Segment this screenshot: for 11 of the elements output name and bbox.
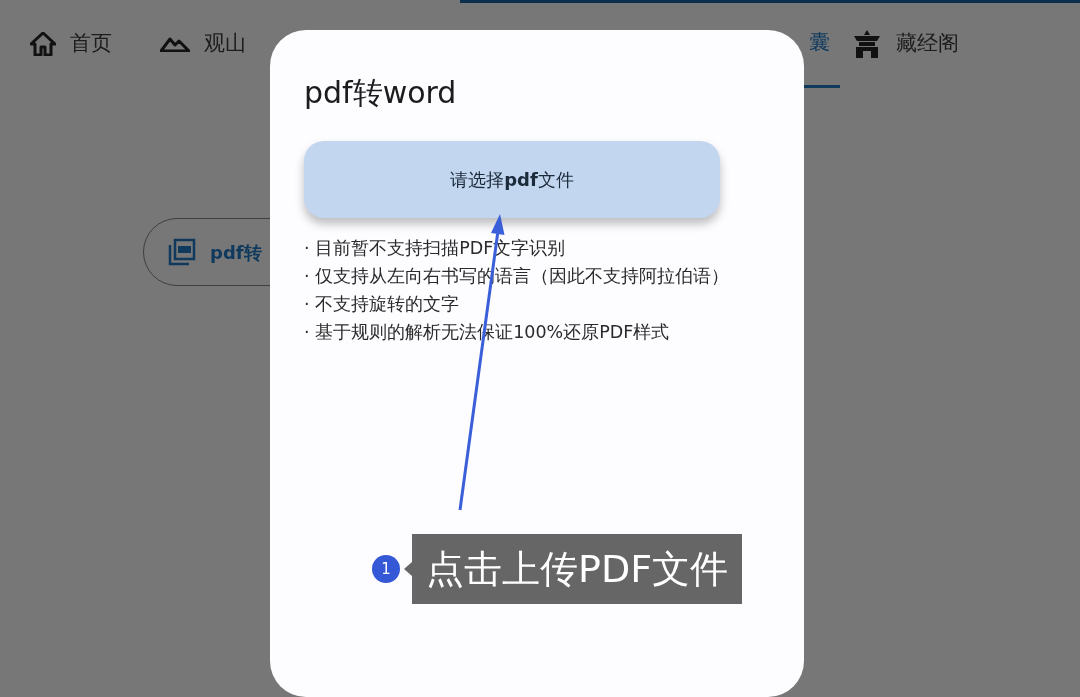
nav-tab[interactable]: 藏经阁: [852, 0, 959, 88]
home-icon: [30, 32, 56, 56]
dialog-title: pdf转word: [304, 74, 458, 112]
pdf-file-icon: [168, 238, 196, 266]
choose-file-button[interactable]: 请选择pdf文件: [304, 141, 720, 218]
nav-tab[interactable]: 首页: [30, 0, 112, 88]
nav-tab[interactable]: 观山: [160, 0, 246, 88]
pagoda-icon: [852, 29, 882, 59]
note-text: · 不支持旋转的文字: [304, 293, 461, 316]
mountain-icon: [160, 36, 190, 52]
callout-label: 点击上传PDF文件: [404, 534, 743, 604]
